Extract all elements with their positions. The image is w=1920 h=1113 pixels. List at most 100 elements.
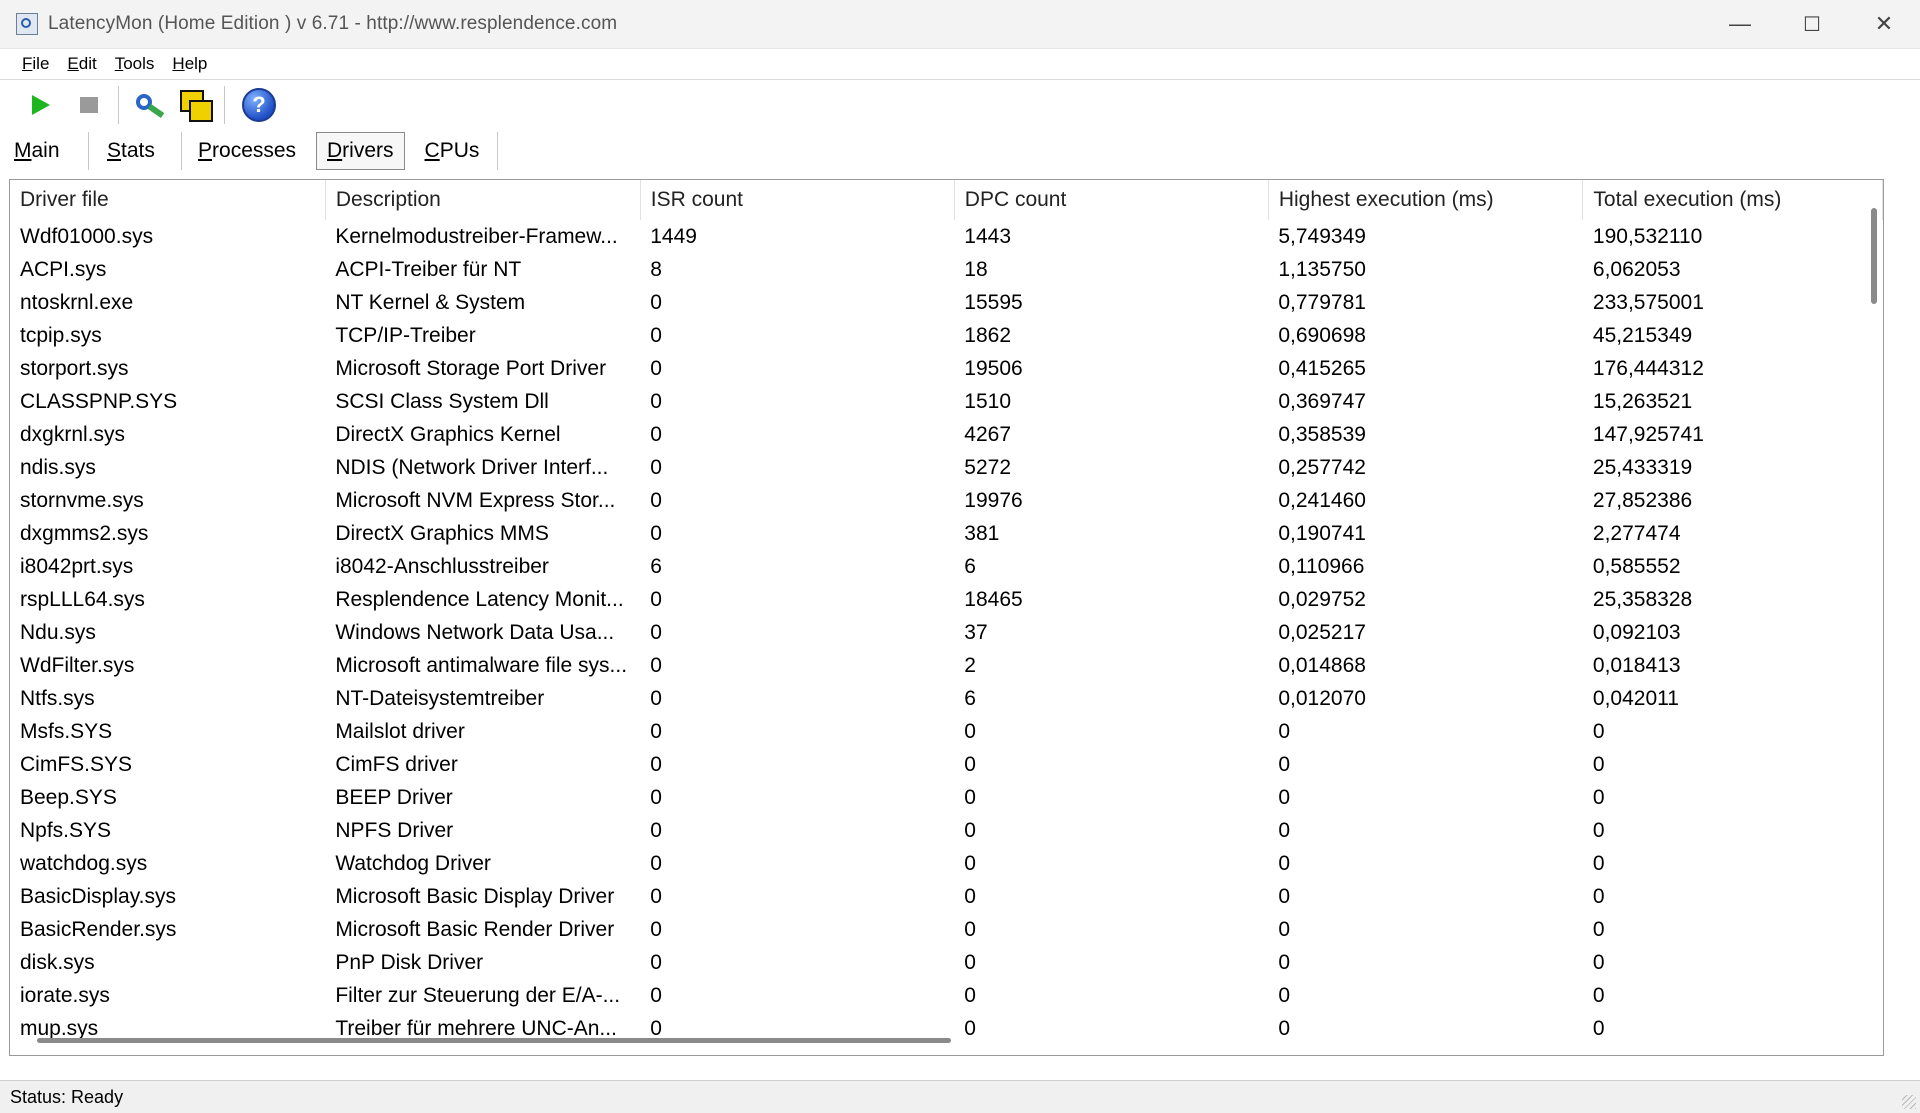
column-header[interactable]: Description — [325, 180, 641, 221]
table-cell: 1443 — [964, 224, 1011, 248]
table-cell: 0 — [964, 752, 976, 776]
table-cell: 381 — [964, 521, 1000, 545]
table-row[interactable]: WdFilter.sys Microsoft antimalware file s… — [10, 649, 1883, 682]
maximize-button[interactable]: ☐ — [1776, 0, 1848, 48]
table-row[interactable]: ntoskrnl.exe NT Kernel & System 0 15595 0,77… — [10, 286, 1883, 319]
tab-drivers[interactable]: Drivers — [316, 132, 405, 170]
column-header[interactable]: DPC count — [954, 180, 1269, 221]
table-cell: 0 — [1278, 752, 1291, 776]
table-cell: 0 — [650, 455, 662, 479]
table-cell: Ntfs.sys — [20, 686, 95, 710]
menu-edit[interactable]: Edit — [67, 54, 96, 74]
table-cell: Mailslot driver — [335, 719, 465, 743]
table-cell: 0 — [650, 521, 662, 545]
table-cell: 0 — [1592, 752, 1605, 776]
table-cell: 0 — [964, 719, 976, 743]
help-button[interactable]: ? — [242, 88, 276, 122]
menu-file[interactable]: File — [22, 54, 49, 74]
resize-grip[interactable] — [1902, 1095, 1916, 1109]
table-cell: 0 — [1592, 818, 1605, 842]
drivers-table[interactable]: Driver file Description ISR count DPC count… — [9, 179, 1884, 1056]
table-cell: 0,241460 — [1278, 488, 1366, 512]
table-cell: ACPI-Treiber für NT — [335, 257, 522, 281]
table-row[interactable]: Npfs.SYS NPFS Driver 0 0 0 0 — [10, 814, 1883, 847]
table-row[interactable]: i8042prt.sys i8042-Anschlusstreiber 6 6 0,11… — [10, 550, 1883, 583]
table-row[interactable]: dxgmms2.sys DirectX Graphics MMS 0 381 0,190… — [10, 517, 1883, 550]
table-cell: 0 — [650, 389, 662, 413]
table-row[interactable]: Wdf01000.sys Kernelmodustreiber-Framew...… — [10, 220, 1883, 253]
table-cell: dxgmms2.sys — [20, 521, 149, 545]
table-cell: NT Kernel & System — [335, 290, 526, 314]
table-row[interactable]: BasicDisplay.sys Microsoft Basic Display … — [10, 880, 1883, 913]
horizontal-scrollbar[interactable] — [37, 1038, 951, 1043]
column-header[interactable]: Driver file — [10, 180, 326, 221]
table-row[interactable]: Beep.SYS BEEP Driver 0 0 0 0 — [10, 781, 1883, 814]
column-header[interactable]: ISR count — [640, 180, 955, 221]
table-row[interactable]: dxgkrnl.sys DirectX Graphics Kernel 0 4267 0… — [10, 418, 1883, 451]
table-cell: 0 — [1278, 785, 1291, 809]
table-row[interactable]: watchdog.sys Watchdog Driver 0 0 0 0 — [10, 847, 1883, 880]
table-cell: 0 — [650, 884, 662, 908]
minimize-button[interactable]: — — [1704, 0, 1776, 48]
scan-icon — [134, 90, 165, 120]
table-cell: 15,263521 — [1592, 389, 1693, 413]
table-header-row: Driver file Description ISR count DPC count… — [10, 180, 1883, 221]
table-row[interactable]: rspLLL64.sys Resplendence Latency Monit..… — [10, 583, 1883, 616]
table-cell: 0,012070 — [1278, 686, 1366, 710]
table-row[interactable]: stornvme.sys Microsoft NVM Express Stor..… — [10, 484, 1883, 517]
table-row[interactable]: Ndu.sys Windows Network Data Usa... 0 37 0,0… — [10, 616, 1883, 649]
table-cell: ntoskrnl.exe — [20, 290, 134, 314]
table-row[interactable]: CLASSPNP.SYS SCSI Class System Dll 0 1510 0,… — [10, 385, 1883, 418]
table-row[interactable]: BasicRender.sys Microsoft Basic Render Dr… — [10, 913, 1883, 946]
table-cell: 18465 — [964, 587, 1023, 611]
table-row[interactable]: Msfs.SYS Mailslot driver 0 0 0 0 — [10, 715, 1883, 748]
column-header[interactable]: Highest execution (ms) — [1268, 180, 1584, 221]
table-cell: NPFS Driver — [335, 818, 454, 842]
table-row[interactable]: ndis.sys NDIS (Network Driver Interf... 0 5… — [10, 451, 1883, 484]
toolbar-separator — [224, 86, 228, 124]
table-cell: i8042-Anschlusstreiber — [335, 554, 549, 578]
start-button[interactable] — [24, 88, 58, 122]
table-cell: 0 — [1592, 851, 1605, 875]
table-cell: 0 — [964, 1016, 976, 1040]
table-row[interactable]: iorate.sys Filter zur Steuerung der E/A-.… — [10, 979, 1883, 1012]
table-cell: SCSI Class System Dll — [335, 389, 549, 413]
help-icon: ? — [242, 88, 276, 122]
table-cell: iorate.sys — [20, 983, 110, 1007]
table-row[interactable]: disk.sys PnP Disk Driver 0 0 0 0 — [10, 946, 1883, 979]
table-cell: 0 — [1278, 983, 1291, 1007]
table-cell: 0 — [650, 818, 662, 842]
menu-help[interactable]: Help — [172, 54, 207, 74]
table-cell: BasicDisplay.sys — [20, 884, 176, 908]
table-cell: 0 — [650, 785, 662, 809]
table-cell: 233,575001 — [1592, 290, 1704, 314]
table-cell: NDIS (Network Driver Interf... — [335, 455, 609, 479]
stop-button[interactable] — [72, 88, 106, 122]
tab-main[interactable]: Main — [0, 132, 88, 170]
table-cell: 0,014868 — [1278, 653, 1366, 677]
table-cell: Wdf01000.sys — [20, 224, 154, 248]
table-row[interactable]: ACPI.sys ACPI-Treiber für NT 8 18 1,135750 6,… — [10, 253, 1883, 286]
close-button[interactable]: ✕ — [1848, 0, 1920, 48]
tab-processes[interactable]: Processes — [182, 132, 312, 170]
table-row[interactable]: storport.sys Microsoft Storage Port Drive… — [10, 352, 1883, 385]
column-header[interactable]: Total execution (ms) — [1582, 180, 1883, 221]
menu-tools[interactable]: Tools — [115, 54, 155, 74]
table-cell: 0,358539 — [1278, 422, 1366, 446]
scan-button[interactable] — [132, 88, 166, 122]
windows-button[interactable] — [178, 88, 213, 122]
table-cell: DirectX Graphics Kernel — [335, 422, 561, 446]
window-title: LatencyMon (Home Edition ) v 6.71 - http… — [48, 13, 618, 34]
tab-cpus[interactable]: C PUs — [409, 132, 497, 170]
table-row[interactable]: Ntfs.sys NT-Dateisystemtreiber 0 6 0,012070 0… — [10, 682, 1883, 715]
table-row[interactable]: CimFS.SYS CimFS driver 0 0 0 0 — [10, 748, 1883, 781]
vertical-scrollbar[interactable] — [1871, 208, 1877, 304]
table-cell: 0,042011 — [1592, 686, 1679, 710]
table-row[interactable]: tcpip.sys TCP/IP-Treiber 0 1862 0,690698 45,2… — [10, 319, 1883, 352]
table-cell: 4267 — [964, 422, 1011, 446]
table-cell: 0 — [650, 587, 662, 611]
table-cell: 0,029752 — [1278, 587, 1366, 611]
table-cell: WdFilter.sys — [20, 653, 135, 677]
table-cell: 0 — [650, 620, 662, 644]
tab-stats[interactable]: Stats — [89, 132, 181, 170]
